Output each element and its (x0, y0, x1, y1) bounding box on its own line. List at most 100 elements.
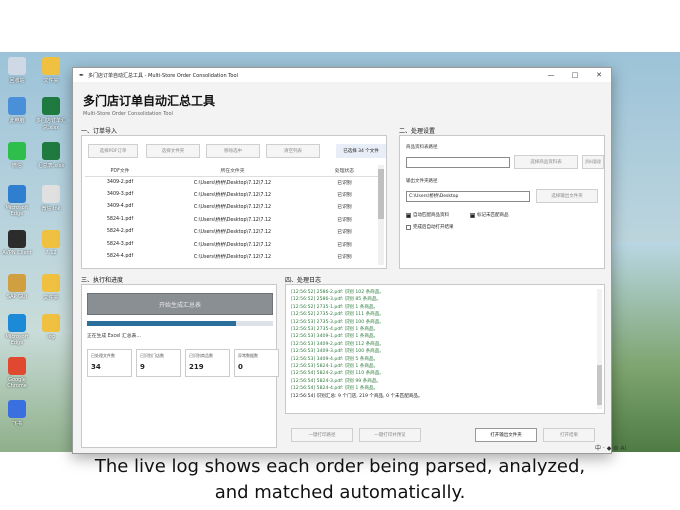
open-result-button[interactable]: 打开结果 (543, 428, 595, 442)
app-icon (42, 57, 60, 75)
log-scrollbar[interactable] (597, 289, 602, 409)
remove-selected-button[interactable]: 移除选中 (206, 144, 260, 158)
app-icon (8, 357, 26, 375)
desktop-icon[interactable]: Microsoft Edge (0, 314, 34, 346)
scrollbar-thumb[interactable] (378, 169, 384, 219)
progress-bar (87, 321, 273, 326)
table-cell: 已识别 (337, 242, 352, 248)
desktop-icon-label: Microsoft Edge (5, 334, 29, 346)
desktop-icon[interactable]: SAP GUI (0, 274, 34, 300)
column-header[interactable]: 处理状态 (310, 165, 379, 177)
app-icon (8, 314, 26, 332)
stat-card: 异常数据数 0 (234, 349, 279, 377)
selected-count-label: 已选择 34 个文件 (336, 144, 386, 158)
desktop-icon-label: 文件夹 (43, 295, 59, 301)
app-icon (42, 274, 60, 292)
desktop-icon[interactable]: 7.12 (34, 230, 68, 256)
desktop-icon[interactable]: 多门店订单汇总.xlsx (34, 97, 68, 131)
select-product-file-button[interactable]: 选择商品资料表 (514, 155, 578, 169)
desktop-icon[interactable]: 微信.lnk (34, 185, 68, 212)
desktop-icon-label: 微信.lnk (41, 206, 61, 212)
open-result-checkbox[interactable]: 完成后自动打开结果 (406, 224, 454, 230)
desktop-icon[interactable]: Google Chrome (0, 357, 34, 389)
open-output-folder-button[interactable]: 打开输出文件夹 (475, 428, 537, 442)
desktop-icon[interactable]: log (34, 314, 68, 340)
log-text-area[interactable]: [12:56:52] 2586-2.pdf: 识别 102 条商品。 [12:56… (291, 289, 581, 411)
mark-unmatched-checkbox[interactable]: ■ 标记未匹配商品 (470, 212, 509, 218)
scrollbar-thumb[interactable] (597, 365, 602, 405)
log-line: [12:56:53] 5824-1.pdf: 识别 1 条商品。 (291, 364, 379, 370)
select-pdf-button[interactable]: 选择PDF订单 (88, 144, 138, 158)
output-folder-input[interactable]: C:\Users\桥桥\Desktop (406, 191, 530, 202)
stats-row: 已处理文件数 34 已识别门店数 9 已识别商品数 219 异常数据数 0 (87, 349, 279, 377)
select-output-folder-button[interactable]: 选择输出文件夹 (536, 189, 598, 203)
table-row[interactable]: 3409-3.pdf C:\Users\桥桥\Desktop\7.12\7.12 已… (85, 188, 379, 200)
desktop-icon[interactable]: 此电脑 (0, 97, 34, 124)
open-excel-button[interactable]: 一键打印并预览 (359, 428, 421, 442)
table-row[interactable]: 3409-4.pdf C:\Users\桥桥\Desktop\7.12\7.12 已… (85, 201, 379, 213)
checkbox-checked-icon: ■ (470, 212, 475, 218)
select-folder-button[interactable]: 选择文件夹 (146, 144, 200, 158)
start-generate-button[interactable]: 开始生成汇总表 (87, 293, 273, 315)
app-icon (8, 274, 26, 292)
table-cell: C:\Users\桥桥\Desktop\7.12\7.12 (193, 180, 272, 186)
progress-section-title: 三、执行和进度 (81, 277, 124, 284)
desktop-icon[interactable]: 文件夹 (34, 57, 68, 84)
column-header[interactable]: 所在文件夹 (155, 165, 310, 177)
desktop-icon-label: AVPN Client (2, 250, 32, 256)
stat-value: 219 (189, 363, 204, 371)
desktop-icon[interactable]: 文件夹 (34, 274, 68, 301)
app-icon (42, 97, 60, 115)
app-subtitle: Multi-Store Order Consolidation Tool (83, 111, 173, 117)
stat-card: 已识别商品数 219 (185, 349, 230, 377)
clear-list-button[interactable]: 清空列表 (266, 144, 320, 158)
table-cell: 已识别 (337, 180, 352, 186)
stat-value: 0 (238, 363, 243, 371)
table-row[interactable]: 5824-4.pdf C:\Users\桥桥\Desktop\7.12\7.12 已… (85, 250, 379, 262)
checkbox-checked-icon: ■ (406, 212, 411, 218)
auto-match-checkbox[interactable]: ■ 自动匹配商品资料 (406, 212, 449, 218)
table-cell: 3409-2.pdf (106, 179, 134, 185)
minimize-button[interactable]: — (539, 71, 563, 79)
column-header[interactable]: PDF文件 (85, 165, 155, 177)
desktop-icon[interactable]: 飞书 (0, 400, 34, 427)
desktop-icon[interactable]: 回收站 (0, 57, 34, 84)
auto-match-label: 自动匹配商品资料 (413, 213, 449, 218)
system-tray[interactable]: 中 · ◆ ⚙ Ai (595, 443, 626, 452)
product-path-input[interactable] (406, 157, 510, 168)
desktop-icon[interactable]: Microsoft Edge (0, 185, 34, 217)
maximize-button[interactable]: □ (563, 71, 587, 79)
app-icon (42, 230, 60, 248)
log-section-title: 四、处理日志 (285, 277, 322, 284)
log-line: [12:56:52] 2735-1.pdf: 识别 1 条商品。 (291, 304, 379, 310)
table-row[interactable]: 5824-3.pdf C:\Users\桥桥\Desktop\7.12\7.12 已… (85, 238, 379, 250)
table-cell: 已识别 (337, 205, 352, 211)
product-management-button[interactable]: 资料管理 (582, 155, 604, 169)
app-feather-icon: ✒ (79, 71, 85, 79)
close-button[interactable]: ✕ (587, 71, 611, 79)
desktop-icon-label: log (47, 334, 55, 340)
log-line: [12:56:54] 5824-2.pdf: 识别 110 条商品。 (291, 371, 384, 377)
stat-card: 已处理文件数 34 (87, 349, 132, 377)
log-line: [12:56:54] 5824-4.pdf: 识别 1 条商品。 (291, 386, 379, 392)
table-row[interactable]: 3409-2.pdf C:\Users\桥桥\Desktop\7.12\7.12 已… (85, 176, 379, 188)
wallpaper-landscape (600, 242, 680, 452)
copy-path-button[interactable]: 一键打印路径 (291, 428, 353, 442)
table-row[interactable]: 5824-1.pdf C:\Users\桥桥\Desktop\7.12\7.12 已… (85, 213, 379, 225)
table-cell: C:\Users\桥桥\Desktop\7.12\7.12 (193, 242, 272, 248)
desktop-icon-label: 文件夹 (43, 78, 59, 84)
desktop-icon[interactable]: 微信 (0, 142, 34, 169)
stat-label: 已识别门店数 (140, 353, 164, 358)
desktop-icon[interactable]: 汇总表.xlsx (34, 142, 68, 169)
file-table-scrollbar[interactable] (378, 165, 384, 265)
table-cell: 5824-2.pdf (106, 229, 134, 235)
app-icon (42, 142, 60, 160)
desktop-icon[interactable]: AVPN Client (0, 230, 34, 256)
file-table-header: PDF文件 所在文件夹 处理状态 (85, 165, 379, 177)
log-line: [12:56:53] 2735-3.pdf: 识别 100 条商品。 (291, 319, 384, 325)
table-cell: C:\Users\桥桥\Desktop\7.12\7.12 (193, 205, 272, 211)
table-row[interactable]: 5824-2.pdf C:\Users\桥桥\Desktop\7.12\7.12 已… (85, 226, 379, 238)
desktop-icon-label: 多门店订单汇总.xlsx (35, 118, 66, 131)
desktop-icon-label: 微信 (11, 163, 22, 169)
progress-status-text: 正在生成 Excel 汇总表... (87, 334, 141, 339)
